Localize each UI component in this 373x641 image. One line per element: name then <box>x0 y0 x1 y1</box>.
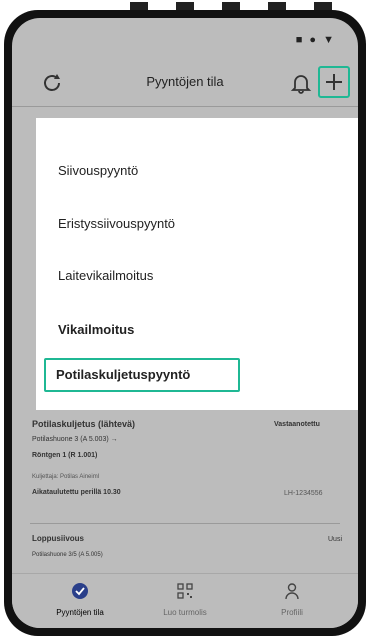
request-card-route: Potilashuone 3 (A 5.003) → <box>32 436 118 443</box>
check-circle-icon <box>72 583 88 599</box>
request-card-schedule: Aikataulutettu perillä 10.30 <box>32 489 121 496</box>
add-request-button[interactable] <box>318 66 350 98</box>
nav-label-profile: Profiili <box>281 608 303 617</box>
nav-item-scan[interactable]: Luo turmolis <box>145 582 225 617</box>
status-bar-icons: ■ ● ▼ <box>295 34 336 46</box>
nav-label-scan: Luo turmolis <box>163 608 207 617</box>
card-divider <box>30 523 340 524</box>
second-card-status: Uusi <box>328 536 343 543</box>
request-card-id: LH-1234556 <box>284 490 323 497</box>
request-card-assignee: Kuljettaja: Potilas Aineiml <box>32 474 100 480</box>
person-icon <box>285 583 299 600</box>
bottom-nav: Pyyntöjen tila Luo turmolis Profiili <box>12 573 358 628</box>
menu-item-fault-report[interactable]: Vikailmoitus <box>58 322 134 337</box>
second-card-location: Potilashuone 3/5 (A 5.005) <box>32 552 103 558</box>
nav-item-profile[interactable]: Profiili <box>252 582 332 617</box>
request-card-destination: Röntgen 1 (R 1.001) <box>32 452 98 459</box>
request-card-status: Vastaanotettu <box>274 421 320 428</box>
qr-code-icon <box>177 583 193 599</box>
menu-item-device-fault[interactable]: Laitevikailmoitus <box>58 268 153 283</box>
create-request-menu: Siivouspyyntö Eristyssiivouspyyntö Laite… <box>36 118 358 410</box>
nav-label-request-status: Pyyntöjen tila <box>56 608 104 617</box>
nav-item-request-status[interactable]: Pyyntöjen tila <box>40 582 120 617</box>
bell-icon[interactable] <box>290 71 312 95</box>
menu-item-isolation-cleaning[interactable]: Eristyssiivouspyyntö <box>58 216 175 231</box>
request-card-title: Potilaskuljetus (lähtevä) <box>32 419 136 429</box>
phone-screen: ■ ● ▼ Pyyntöjen tila Siivouspyyntö Erist… <box>12 18 358 628</box>
second-card-title: Loppusiivous <box>32 534 84 543</box>
phone-frame: ■ ● ▼ Pyyntöjen tila Siivouspyyntö Erist… <box>4 10 366 636</box>
app-bar: Pyyntöjen tila <box>12 58 358 108</box>
menu-item-patient-transport[interactable]: Potilaskuljetuspyyntö <box>44 358 240 392</box>
app-bar-divider <box>12 106 358 107</box>
plus-icon <box>326 74 342 90</box>
menu-item-cleaning[interactable]: Siivouspyyntö <box>58 163 138 178</box>
